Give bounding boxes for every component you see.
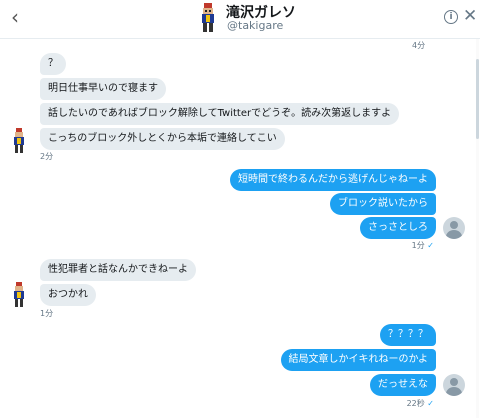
info-icon[interactable]: i xyxy=(444,10,458,24)
timestamp: 1分 xyxy=(40,309,54,318)
incoming-message[interactable]: 性犯罪者と話なんかできねーよ xyxy=(40,259,196,281)
incoming-message[interactable]: こっちのブロック外しとくから本垢で連絡してこい xyxy=(40,128,285,150)
timestamp: 1分 ✓ xyxy=(412,240,434,251)
read-check-icon: ✓ xyxy=(427,399,434,408)
timestamp-text: 1分 xyxy=(411,241,425,250)
incoming-message[interactable]: 明日仕事早いので寝ます xyxy=(40,78,166,100)
outgoing-message[interactable]: だっせえな xyxy=(370,374,436,396)
header-avatar[interactable] xyxy=(200,3,216,33)
timestamp-text: 22秒 xyxy=(406,399,425,408)
incoming-message[interactable]: ？ xyxy=(40,53,66,75)
sender-avatar[interactable] xyxy=(13,128,25,154)
conversation-header: ‹ 滝沢ガレソ @takigare i ✕ xyxy=(0,0,480,38)
scrollbar[interactable] xyxy=(476,39,479,418)
default-avatar-icon[interactable] xyxy=(443,217,465,239)
incoming-message[interactable]: 話したいのであればブロック解除してTwitterでどうぞ。読み次第返しますよ xyxy=(40,103,400,125)
outgoing-message[interactable]: さっさとしろ xyxy=(360,217,436,239)
default-avatar-icon[interactable] xyxy=(443,374,465,396)
read-check-icon: ✓ xyxy=(427,241,434,250)
incoming-message[interactable]: おつかれ xyxy=(40,284,96,306)
timestamp: 22秒 ✓ xyxy=(407,398,434,409)
close-icon[interactable]: ✕ xyxy=(463,6,477,26)
timestamp: 2分 xyxy=(40,152,54,161)
outgoing-message[interactable]: 短時間で終わるんだから逃げんじゃねーよ xyxy=(230,169,436,191)
header-divider xyxy=(0,38,480,39)
sender-avatar[interactable] xyxy=(13,282,25,308)
outgoing-message[interactable]: ブロック説いたから xyxy=(330,193,436,215)
back-arrow-icon[interactable]: ‹ xyxy=(6,6,24,28)
timestamp: 4分 xyxy=(412,41,426,50)
outgoing-message[interactable]: ？？？？ xyxy=(380,324,436,346)
user-handle: @takigare xyxy=(227,19,284,32)
scrollbar-thumb[interactable] xyxy=(476,59,479,139)
outgoing-message[interactable]: 結局文章しかイキれねーのかよ xyxy=(280,349,436,371)
